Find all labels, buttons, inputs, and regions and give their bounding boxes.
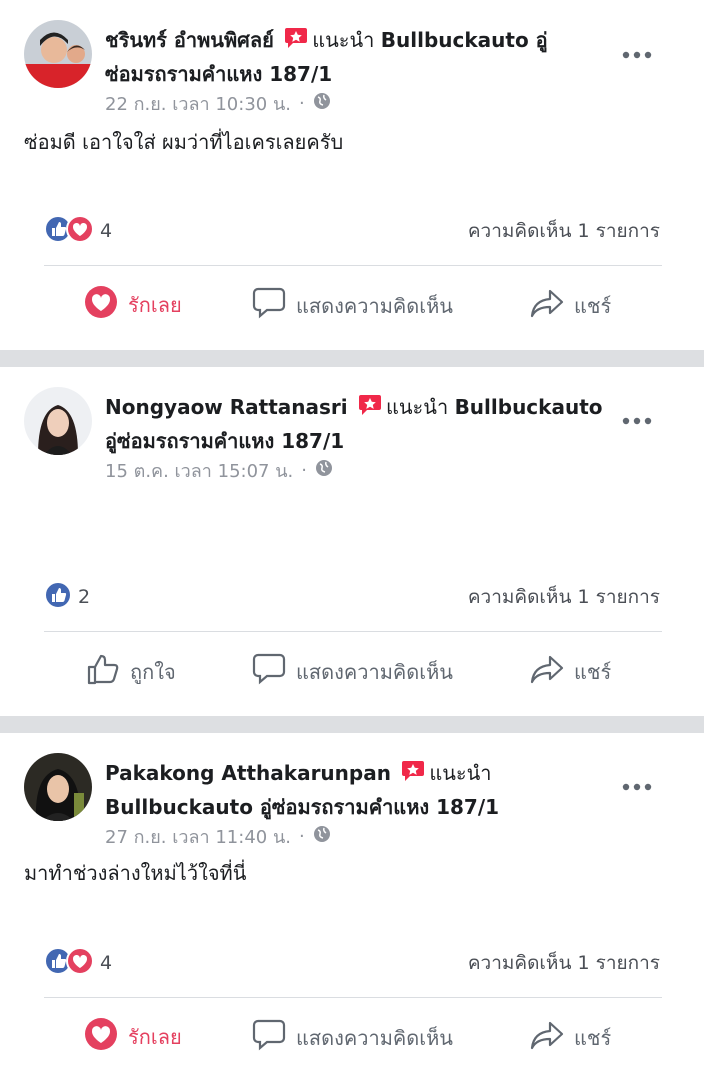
share-button-label: แชร์ <box>574 1025 612 1050</box>
love-reaction-icon <box>66 947 94 979</box>
comment-count[interactable]: ความคิดเห็น 1 รายการ <box>468 948 660 978</box>
comment-button-label: แสดงความคิดเห็น <box>296 1025 453 1050</box>
recommend-verb: แนะนำ <box>385 395 449 419</box>
post-separator <box>0 716 704 733</box>
like-reaction-icon <box>44 581 72 613</box>
love-button-label: รักเลย <box>128 1024 182 1049</box>
comment-count[interactable]: ความคิดเห็น 1 รายการ <box>468 216 660 246</box>
recommend-icon <box>358 393 382 425</box>
comment-icon <box>252 1019 286 1056</box>
comment-button-label: แสดงความคิดเห็น <box>296 659 453 684</box>
post-meta: 15 ต.ค. เวลา 15:07 น. · <box>105 456 333 485</box>
reaction-summary[interactable]: 2 <box>44 581 90 613</box>
comment-button[interactable]: แสดงความคิดเห็น <box>252 653 453 690</box>
timestamp[interactable]: 15 ต.ค. เวลา 15:07 น. <box>105 456 293 485</box>
share-button[interactable]: แชร์ <box>530 1019 611 1056</box>
reaction-count: 4 <box>100 220 113 242</box>
author-name[interactable]: Pakakong Atthakarunpan <box>105 761 391 785</box>
love-reaction-icon <box>66 215 94 247</box>
post-text: มาทำช่วงล่างใหม่ไว้ใจที่นี่ <box>24 861 247 885</box>
page-name[interactable]: Bullbuckauto อู่ซ่อมรถรามคำแหง 187/1 <box>105 795 499 819</box>
avatar[interactable] <box>24 753 92 821</box>
recommend-icon <box>401 759 425 791</box>
more-options-icon[interactable] <box>622 772 652 802</box>
author-name[interactable]: Nongyaow Rattanasri <box>105 395 348 419</box>
meta-dot: · <box>301 460 307 481</box>
page-name-cont[interactable]: ซ่อมรถรามคำแหง 187/1 <box>105 62 332 86</box>
comment-button[interactable]: แสดงความคิดเห็น <box>252 287 453 324</box>
page-name[interactable]: Bullbuckauto อู่ <box>381 28 548 52</box>
share-icon <box>530 287 564 324</box>
comment-icon <box>252 653 286 690</box>
share-button-label: แชร์ <box>574 293 612 318</box>
divider <box>44 631 662 632</box>
page-name-cont[interactable]: อู่ซ่อมรถรามคำแหง 187/1 <box>105 429 344 453</box>
reaction-summary[interactable]: 4 <box>44 947 112 979</box>
timestamp[interactable]: 22 ก.ย. เวลา 10:30 น. <box>105 89 291 118</box>
thumbs-up-icon <box>86 652 120 691</box>
share-button[interactable]: แชร์ <box>530 653 611 690</box>
comment-count[interactable]: ความคิดเห็น 1 รายการ <box>468 582 660 612</box>
share-icon <box>530 653 564 690</box>
post-2: Nongyaow Rattanasri แนะนำ Bullbuckauto อ… <box>0 367 704 716</box>
reaction-count: 2 <box>78 586 91 608</box>
page-name[interactable]: Bullbuckauto <box>455 395 603 419</box>
like-button[interactable]: ถูกใจ <box>86 652 176 691</box>
avatar[interactable] <box>24 387 92 455</box>
like-button-label: ถูกใจ <box>130 659 176 684</box>
post-header: Pakakong Atthakarunpan แนะนำ Bullbuckaut… <box>105 757 605 823</box>
love-icon <box>84 285 118 324</box>
post-header: ชรินทร์ อำพนพิศลย์ แนะนำ Bullbuckauto อู… <box>105 24 605 90</box>
comment-button-label: แสดงความคิดเห็น <box>296 293 453 318</box>
recommend-icon <box>284 26 308 58</box>
share-icon <box>530 1019 564 1056</box>
comment-icon <box>252 287 286 324</box>
share-button-label: แชร์ <box>574 659 612 684</box>
recommend-verb: แนะนำ <box>429 761 492 785</box>
post-meta: 27 ก.ย. เวลา 11:40 น. · <box>105 822 331 851</box>
globe-icon <box>313 92 331 115</box>
love-button-label: รักเลย <box>128 292 182 317</box>
post-separator <box>0 350 704 367</box>
post-meta: 22 ก.ย. เวลา 10:30 น. · <box>105 89 331 118</box>
reaction-summary[interactable]: 4 <box>44 215 112 247</box>
avatar[interactable] <box>24 20 92 88</box>
love-button[interactable]: รักเลย <box>84 285 182 324</box>
author-name[interactable]: ชรินทร์ อำพนพิศลย์ <box>105 28 274 52</box>
comment-button[interactable]: แสดงความคิดเห็น <box>252 1019 453 1056</box>
love-icon <box>84 1017 118 1056</box>
more-options-icon[interactable] <box>622 40 652 70</box>
share-button[interactable]: แชร์ <box>530 287 611 324</box>
timestamp[interactable]: 27 ก.ย. เวลา 11:40 น. <box>105 822 291 851</box>
meta-dot: · <box>298 93 305 114</box>
post-header: Nongyaow Rattanasri แนะนำ Bullbuckauto อ… <box>105 391 605 457</box>
post-3: Pakakong Atthakarunpan แนะนำ Bullbuckaut… <box>0 733 704 1077</box>
divider <box>44 997 662 998</box>
meta-dot: · <box>298 826 305 847</box>
more-options-icon[interactable] <box>622 406 652 436</box>
love-button[interactable]: รักเลย <box>84 1017 182 1056</box>
recommend-verb: แนะนำ <box>312 28 375 52</box>
post-text: ซ่อมดี เอาใจใส่ ผมว่าที่ไอเครเลยครับ <box>24 130 344 154</box>
reaction-count: 4 <box>100 952 113 974</box>
divider <box>44 265 662 266</box>
globe-icon <box>313 825 331 848</box>
globe-icon <box>315 459 333 482</box>
post-1: ชรินทร์ อำพนพิศลย์ แนะนำ Bullbuckauto อู… <box>0 0 704 350</box>
